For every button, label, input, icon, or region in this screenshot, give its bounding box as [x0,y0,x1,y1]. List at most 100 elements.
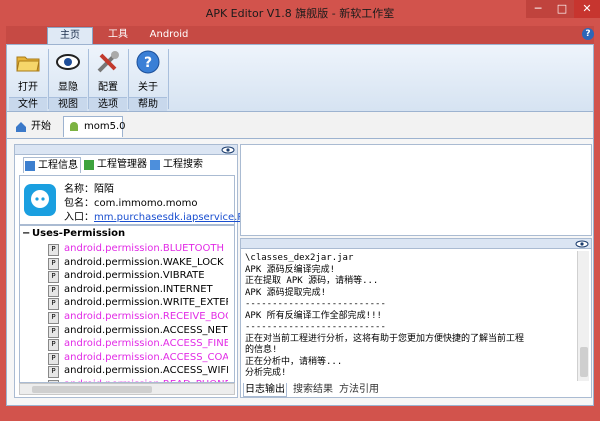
permissions-header-label: Uses-Permission [32,228,126,239]
group-options: 选项 [89,97,127,111]
permission-item[interactable]: Pandroid.permission.VIBRATE [28,269,228,284]
project-tabs: 工程信息 工程管理器 工程搜索 [15,157,237,173]
entry-label: 入口： [64,212,94,223]
about-button[interactable]: ? 关于 [133,48,163,93]
toggle-label: 显隐 [58,82,78,93]
info-name-row: 名称：陌陌 [64,180,114,195]
ribbon-tab-android[interactable]: Android [144,27,194,44]
permission-item[interactable]: Pandroid.permission.ACCESS_FINE_ [28,337,228,352]
ribbon-separator [168,49,169,109]
close-button[interactable]: ✕ [574,0,600,18]
open-button[interactable]: 打开 [13,48,43,93]
permission-label: android.permission.ACCESS_COAR [64,351,228,363]
panel-header [15,145,237,155]
home-icon [15,121,27,132]
help-icon[interactable]: ? [582,28,594,40]
vertical-scrollbar[interactable] [577,251,589,381]
permission-icon: P [48,339,59,352]
permission-label: android.permission.ACCESS_WIFI_ [64,365,228,377]
config-button[interactable]: 配置 [93,48,123,93]
tab-mom50-label: mom5.0 [84,121,126,132]
tab-project-manager[interactable]: 工程管理器 [83,157,149,173]
manager-icon [84,160,94,170]
permission-icon: P [48,366,59,379]
permission-label: android.permission.BLUETOOTH [64,243,224,254]
tab-mom50[interactable]: mom5.0 [63,116,126,137]
permission-icon: P [48,284,59,297]
question-icon: ? [136,50,160,74]
permission-icon: P [48,244,59,256]
tab-start-label: 开始 [31,121,51,132]
permission-item[interactable]: Pandroid.permission.INTERNET [28,283,228,297]
ribbon-tab-home[interactable]: 主页 [47,27,93,44]
tools-icon [97,51,119,73]
tab-project-info-label: 工程信息 [38,160,78,171]
permission-item[interactable]: Pandroid.permission.ACCESS_COAR [28,351,228,365]
log-panel: \classes_dex2jar.jar APK 源码反编译完成! 正在提取 APK… [240,238,592,398]
eye-icon [56,54,80,70]
document-tab-bar: 开始 mom5.0 [6,112,594,138]
permission-icon: P [48,271,59,284]
permission-item[interactable]: Pandroid.permission.RECEIVE_BOO [28,310,228,324]
log-line: \classes_dex2jar.jar [245,253,354,263]
permission-label: android.permission.WAKE_LOCK [64,256,224,268]
svg-text:?: ? [144,55,152,71]
permission-label: android.permission.RECEIVE_BOO [64,311,228,322]
toggle-visibility-button[interactable]: 显隐 [53,48,83,93]
tab-project-info[interactable]: 工程信息 [23,157,81,173]
horizontal-scrollbar[interactable] [19,383,235,395]
android-icon [68,121,80,133]
permissions-header[interactable]: − Uses-Permission [22,228,125,239]
log-line: 的信息! [245,345,278,355]
eye-icon[interactable] [575,240,589,248]
permission-tree: − Uses-Permission Pandroid.permission.BLU… [19,225,235,383]
log-line: APK 源码反编译完成! [245,264,336,275]
permission-icon: P [48,257,59,270]
permission-item[interactable]: Pandroid.permission.ACCESS_NETW [28,324,228,338]
ribbon-tab-tools[interactable]: 工具 [101,27,135,44]
log-line: APK 所有反编译工作全部完成!!! [245,310,382,321]
package-label: 包名： [64,198,94,209]
group-file: 文件 [9,97,47,111]
about-label: 关于 [138,82,158,93]
tab-project-search[interactable]: 工程搜索 [149,157,215,173]
group-help: 帮助 [129,97,167,111]
tab-method-refs[interactable]: 方法引用 [339,383,379,397]
log-line: 正在分析中，请稍等... [245,356,343,367]
permission-item[interactable]: Pandroid.permission.WAKE_LOCK [28,256,228,270]
permission-item[interactable]: Pandroid.permission.WRITE_EXTERN [28,296,228,311]
info-icon [25,161,35,171]
log-tabs: 日志输出 搜索结果 方法引用 [241,383,591,397]
folder-icon [16,56,40,72]
log-output: \classes_dex2jar.jar APK 源码反编译完成! 正在提取 APK… [245,253,575,380]
ribbon: 打开 显隐 配置 ? 关于 文件 视图 选项 帮助 [6,44,594,112]
info-package-row: 包名：com.immomo.momo [64,194,198,209]
entry-link[interactable]: mm.purchasesdk.iapservice.P... [94,212,251,223]
log-line: APK 源码提取完成! [245,287,327,298]
permission-icon: P [48,325,59,338]
search-icon [150,160,160,170]
config-label: 配置 [98,82,118,93]
maximize-button[interactable]: □ [550,0,574,18]
eye-icon[interactable] [221,146,235,154]
log-panel-header [241,239,591,249]
tab-project-manager-label: 工程管理器 [97,159,147,170]
ribbon-tab-row: 主页 工具 Android [6,26,594,44]
log-line: -------------------------- [245,322,386,332]
permission-label: android.permission.ACCESS_NETW [64,324,228,336]
tab-start[interactable]: 开始 [15,118,61,135]
permission-item[interactable]: Pandroid.permission.ACCESS_WIFI_ [28,364,228,379]
minimize-button[interactable]: ─ [526,0,550,18]
permission-label: android.permission.ACCESS_FINE_ [64,338,228,350]
tab-project-search-label: 工程搜索 [163,159,203,170]
log-line: 正在提取 APK 源码，请稍等... [245,276,379,286]
app-icon [24,184,56,216]
window-title: APK Editor V1.8 旗舰版 - 新软工作室 [205,7,395,20]
tab-log-output[interactable]: 日志输出 [243,383,287,397]
tab-search-results[interactable]: 搜索结果 [293,383,333,397]
title-bar[interactable]: APK Editor V1.8 旗舰版 - 新软工作室 ─ □ ✕ [0,0,600,26]
log-line: 分析完成! [245,368,287,378]
permission-icon: P [48,352,59,365]
permission-item[interactable]: Pandroid.permission.BLUETOOTH [28,242,228,256]
permission-label: android.permission.WRITE_EXTERN [64,297,228,309]
